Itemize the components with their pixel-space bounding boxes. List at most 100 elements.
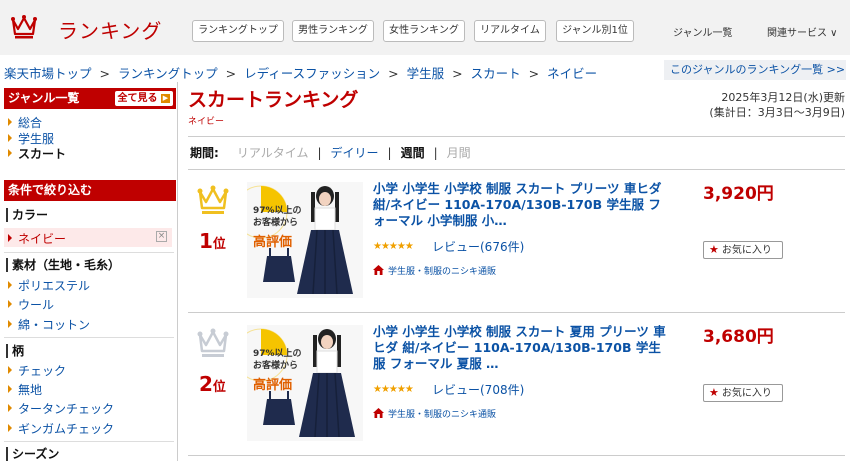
bullet-triangle-icon [8, 366, 12, 374]
breadcrumb-separator: > [452, 66, 463, 81]
period-weekly-tab[interactable]: 週間 [401, 146, 425, 160]
updated-text: 2025年3月12日(水)更新 [721, 91, 845, 104]
filter-pattern-tartan[interactable]: タータンチェック [8, 400, 114, 417]
shop-link[interactable]: 学生服・制服のニシキ通販 [373, 264, 496, 278]
badge-line1: 97%以上の [253, 349, 302, 359]
star-icon: ★ [709, 386, 719, 399]
filter-header: 条件で絞り込む [4, 180, 176, 201]
nav-ranking-top-button[interactable]: ランキングトップ [192, 20, 284, 42]
period-realtime-tab[interactable]: リアルタイム [237, 146, 309, 160]
arrow-right-icon: ▶ [161, 94, 170, 103]
divider [188, 169, 845, 170]
filter-option-label: ギンガムチェック [18, 422, 115, 436]
review-link[interactable]: レビュー(676件) [432, 238, 524, 255]
filter-season-label: シーズン [6, 447, 59, 461]
filter-material-wool[interactable]: ウール [8, 296, 54, 313]
shop-home-icon [373, 408, 384, 421]
shop-name: 学生服・制服のニシキ通販 [388, 267, 497, 277]
rating-badge: 97%以上の お客様から 高評価 [253, 348, 302, 392]
sidebar-genre-label: 学生服 [18, 132, 55, 146]
badge-line3: 高評価 [253, 235, 293, 250]
period-label: 期間: [190, 146, 219, 160]
genre-list-link[interactable]: ジャンル一覧 [673, 24, 733, 39]
filter-material-polyester[interactable]: ポリエステル [8, 277, 90, 294]
see-all-label: 全て見る [117, 93, 158, 104]
nav-genre-first-button[interactable]: ジャンル別1位 [556, 20, 634, 42]
crown-logo-icon[interactable] [10, 14, 38, 44]
favorite-button[interactable]: ★ お気に入り [703, 384, 783, 402]
favorite-label: お気に入り [721, 245, 772, 256]
rank-value: 1 [199, 229, 213, 253]
filter-option-label: 綿・コットン [18, 318, 91, 332]
rank-suffix: 位 [212, 380, 226, 395]
review-link[interactable]: レビュー(708件) [432, 381, 524, 398]
filter-pattern-plain[interactable]: 無地 [8, 381, 42, 398]
rank-crown-icon [196, 184, 230, 220]
bullet-triangle-icon [8, 320, 12, 328]
breadcrumb-separator: > [388, 66, 399, 81]
breadcrumb: 楽天市場トップ > ランキングトップ > レディースファッション > 学生服 > スカート > ネイ… [4, 63, 597, 82]
breadcrumb-navy[interactable]: ネイビー [547, 66, 597, 81]
badge-line2: お客様から [253, 218, 299, 228]
filter-option-label: ウール [18, 298, 55, 312]
filter-pattern-check[interactable]: チェック [8, 362, 66, 379]
filter-color-label: カラー [6, 208, 48, 222]
breadcrumb-school-uniform[interactable]: 学生服 [407, 66, 445, 81]
favorite-label: お気に入り [721, 388, 772, 399]
ranking-logo-text[interactable]: ランキング [58, 15, 162, 44]
shop-home-icon [373, 265, 384, 278]
breadcrumb-ladies-fashion[interactable]: レディースファッション [244, 66, 380, 81]
product-price: 3,920円 [703, 184, 774, 204]
filter-material-cotton[interactable]: 綿・コットン [8, 316, 90, 333]
period-selector: 期間: リアルタイム | デイリー | 週間 | 月間 [190, 146, 471, 160]
filter-material-label: 素材（生地・毛糸） [6, 258, 120, 272]
rank-number: 1位 [199, 229, 226, 253]
badge-line1: 97%以上の [253, 206, 302, 216]
divider [4, 337, 174, 338]
page-title: スカートランキング [188, 89, 359, 111]
filter-option-label: ポリエステル [18, 279, 91, 293]
product-title-link[interactable]: 小学 小学生 小学校 制服 スカート プリーツ 車ヒダ 紺/ネイビー 110A-… [373, 181, 673, 229]
bullet-triangle-icon [8, 404, 12, 412]
period-monthly-tab[interactable]: 月間 [447, 146, 471, 160]
breadcrumb-skirt[interactable]: スカート [471, 66, 521, 81]
rank-value: 2 [199, 372, 213, 396]
breadcrumb-rakuten-top[interactable]: 楽天市場トップ [4, 66, 92, 81]
bullet-triangle-icon [8, 424, 12, 432]
genre-list-header: ジャンル一覧 全て見る ▶ [4, 88, 176, 109]
favorite-button[interactable]: ★ お気に入り [703, 241, 783, 259]
rank-suffix: 位 [212, 237, 226, 252]
shop-link[interactable]: 学生服・制服のニシキ通販 [373, 407, 496, 421]
divider [188, 136, 845, 137]
filter-pattern-gingham[interactable]: ギンガムチェック [8, 420, 114, 437]
breadcrumb-ranking-top[interactable]: ランキングトップ [118, 66, 218, 81]
see-all-button[interactable]: 全て見る ▶ [114, 91, 173, 106]
genre-ranking-list-link[interactable]: このジャンルのランキング一覧 >> [664, 60, 846, 80]
remove-filter-icon[interactable]: × [156, 231, 167, 242]
genre-list-title: ジャンル一覧 [8, 91, 80, 105]
rating-stars: ★★★★★ [373, 384, 414, 395]
nav-realtime-button[interactable]: リアルタイム [474, 20, 546, 42]
rank-crown-icon [196, 327, 230, 363]
page-subtitle: ネイビー [188, 117, 225, 127]
rank-number: 2位 [199, 372, 226, 396]
breadcrumb-separator: > [99, 66, 110, 81]
product-price: 3,680円 [703, 327, 774, 347]
nav-women-ranking-button[interactable]: 女性ランキング [383, 20, 465, 42]
update-date: 2025年3月12日(水)更新 (集計日：3月3日〜3月9日) [709, 90, 845, 120]
period-daily-tab[interactable]: デイリー [331, 146, 379, 160]
filter-title: 条件で絞り込む [8, 183, 93, 197]
filter-color-navy[interactable]: ネイビー [8, 230, 66, 247]
product-title-link[interactable]: 小学 小学生 小学校 制服 スカート 夏用 プリーツ 車ヒダ 紺/ネイビー 11… [373, 324, 673, 372]
related-services-link[interactable]: 関連サービス ∨ [767, 24, 838, 39]
filter-pattern-label: 柄 [6, 344, 24, 358]
breadcrumb-separator: > [225, 66, 237, 81]
nav-men-ranking-button[interactable]: 男性ランキング [292, 20, 374, 42]
sidebar-genre-skirt[interactable]: スカート [8, 145, 66, 162]
rating-badge: 97%以上の お客様から 高評価 [253, 205, 302, 249]
shop-name: 学生服・制服のニシキ通販 [388, 410, 497, 420]
sidebar-genre-overall[interactable]: 総合 [8, 114, 42, 131]
filter-color-navy-label: ネイビー [18, 232, 67, 246]
breadcrumb-separator: > [528, 66, 540, 81]
badge-line3: 高評価 [253, 378, 293, 393]
